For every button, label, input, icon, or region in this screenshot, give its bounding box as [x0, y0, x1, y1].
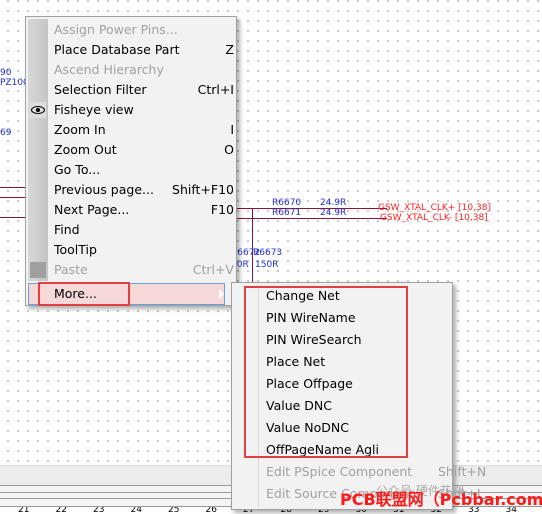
ruler-tick-label: 22: [55, 507, 67, 514]
ruler-tick-label: 26: [205, 507, 217, 514]
watermark: PCB联盟网（Pcbbar.com）: [340, 490, 542, 509]
menu-item-shortcut: O: [224, 142, 234, 157]
part-value: 24.9R: [320, 208, 347, 218]
highlight-box: [244, 286, 408, 458]
wire: [0, 197, 26, 198]
menu-item-label: Assign Power Pins...: [54, 22, 178, 37]
menu-item-label: Edit PSpice Component: [266, 464, 413, 479]
menu-item-label: Go To...: [54, 162, 101, 177]
part-value: 150R: [255, 260, 279, 270]
menu-item[interactable]: Zoom In I: [54, 120, 234, 140]
menu-item-shortcut: I: [230, 122, 234, 137]
menu-icon-gutter: [28, 19, 48, 281]
submenu-arrow-icon: [219, 289, 224, 299]
menu-item-label: Previous page...: [54, 182, 154, 197]
menu-item[interactable]: Fisheye view: [54, 100, 234, 120]
menu-item: Ascend Hierarchy: [54, 60, 234, 80]
menu-item-shortcut: Shift+N: [438, 464, 487, 479]
wire: [0, 217, 26, 218]
offpage-net-label[interactable]: GSW_XTAL_CLK+ [10,38]: [378, 203, 491, 213]
menu-item: Paste Ctrl+V: [54, 260, 234, 280]
menu-item[interactable]: Find: [54, 220, 234, 240]
menu-item-label: Zoom In: [54, 122, 106, 137]
eye-icon: [30, 102, 46, 118]
menu-item-label: Next Page...: [54, 202, 130, 217]
menu-item-shortcut: Z: [225, 42, 234, 57]
menu-item[interactable]: Previous page... Shift+F10: [54, 180, 234, 200]
wire: [0, 187, 26, 188]
context-menu: Assign Power Pins... Place Database Part Z…: [25, 16, 237, 306]
part-label: 69: [0, 128, 12, 138]
offpage-net-label[interactable]: GSW_XTAL_CLK- [10,38]: [380, 213, 488, 223]
wire: [252, 208, 253, 283]
menu-item[interactable]: Selection Filter Ctrl+I: [54, 80, 234, 100]
menu-item-label: ToolTip: [54, 242, 97, 257]
part-label: 90: [0, 68, 12, 78]
menu-item-shortcut: F10: [210, 202, 234, 217]
menu-item[interactable]: Place Database Part Z: [54, 40, 234, 60]
menu-item[interactable]: Go To...: [54, 160, 234, 180]
ruler-tick-label: 25: [168, 507, 180, 514]
menu-item-label: Paste: [54, 262, 88, 277]
menu-item[interactable]: ToolTip: [54, 240, 234, 260]
menu-item-label: Zoom Out: [54, 142, 117, 157]
wire: [237, 218, 387, 219]
ruler-tick-label: 21: [18, 507, 30, 514]
submenu-item: Edit PSpice Component Shift+N: [266, 461, 486, 483]
wire: [237, 208, 387, 209]
part-label: R6670: [272, 198, 302, 208]
menu-item-label: Fisheye view: [54, 102, 134, 117]
menu-item[interactable]: Next Page... F10: [54, 200, 234, 220]
menu-item-shortcut: Ctrl+V: [192, 262, 234, 277]
menu-item-label: Selection Filter: [54, 82, 147, 97]
menu-item: Assign Power Pins...: [54, 20, 234, 40]
part-label: R6671: [272, 208, 302, 218]
menu-item-shortcut: Shift+F10: [172, 182, 234, 197]
ruler-tick-label: 24: [130, 507, 142, 514]
ruler-tick-label: 23: [93, 507, 105, 514]
paste-icon: [30, 262, 46, 278]
menu-item-label: Place Database Part: [54, 42, 180, 57]
part-label: R6673: [253, 248, 283, 258]
menu-item-shortcut: Ctrl+I: [197, 82, 234, 97]
menu-item[interactable]: Zoom Out O: [54, 140, 234, 160]
part-value: 24.9R: [320, 198, 347, 208]
menu-item-label: Find: [54, 222, 80, 237]
menu-item-label: Ascend Hierarchy: [54, 62, 164, 77]
highlight-box: [38, 282, 130, 306]
